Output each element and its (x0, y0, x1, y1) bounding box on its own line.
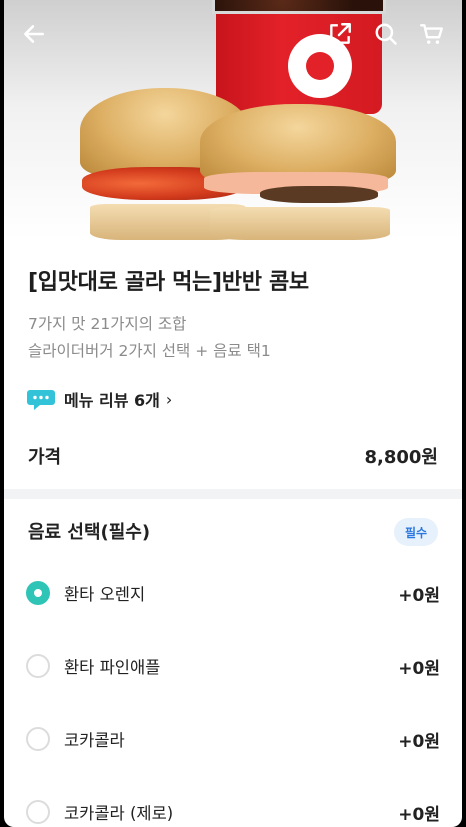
radio-unselected-icon[interactable] (26, 727, 50, 751)
share-icon (330, 23, 351, 44)
radio-unselected-icon[interactable] (26, 800, 50, 824)
drink-section-title: 음료 선택(필수) (28, 522, 151, 543)
drink-option-coca-cola[interactable]: 코카콜라 +0원 (26, 722, 440, 756)
cart-icon (419, 24, 443, 44)
price-label: 가격 (28, 447, 62, 468)
drink-option-fanta-orange[interactable]: 환타 오렌지 +0원 (26, 576, 440, 610)
option-price: +0원 (398, 804, 440, 825)
product-title: [입맛대로 골라 먹는]반반 콤보 (28, 270, 309, 295)
option-label: 코카콜라 (64, 731, 125, 750)
menu-review-link[interactable]: 메뉴 리뷰 6개 › (26, 385, 172, 413)
option-price: +0원 (398, 731, 440, 752)
chevron-right-icon: › (165, 389, 173, 409)
search-button[interactable] (364, 12, 408, 56)
drink-option-fanta-pineapple[interactable]: 환타 파인애플 +0원 (26, 649, 440, 683)
beef-slider-image (200, 104, 396, 240)
back-button[interactable] (12, 12, 56, 56)
drink-option-coca-cola-zero[interactable]: 코카콜라 (제로) +0원 (26, 795, 440, 827)
cart-button[interactable] (410, 12, 454, 56)
option-price: +0원 (398, 658, 440, 679)
product-description-line-1: 7가지 맛 21가지의 조합 (28, 315, 187, 333)
product-description-line-2: 슬라이더버거 2가지 선택 + 음료 택1 (28, 342, 271, 360)
option-label: 환타 오렌지 (64, 585, 146, 604)
option-label: 환타 파인애플 (64, 658, 161, 677)
app-frame: [입맛대로 골라 먹는]반반 콤보 7가지 맛 21가지의 조합 슬라이더버거 … (4, 0, 462, 827)
price-row: 가격 8,800원 (28, 443, 438, 469)
radio-unselected-icon[interactable] (26, 654, 50, 678)
price-value: 8,800원 (364, 447, 439, 468)
share-button[interactable] (318, 12, 362, 56)
option-label: 코카콜라 (제로) (64, 804, 174, 823)
top-navigation-bar (4, 12, 462, 56)
radio-selected-icon[interactable] (26, 581, 50, 605)
option-price: +0원 (398, 585, 440, 606)
arrow-left-icon (24, 25, 44, 43)
required-badge: 필수 (394, 518, 438, 546)
search-icon (375, 23, 397, 45)
chat-bubble-icon (27, 390, 55, 410)
menu-review-label: 메뉴 리뷰 6개 (64, 391, 160, 410)
section-divider (4, 489, 462, 499)
